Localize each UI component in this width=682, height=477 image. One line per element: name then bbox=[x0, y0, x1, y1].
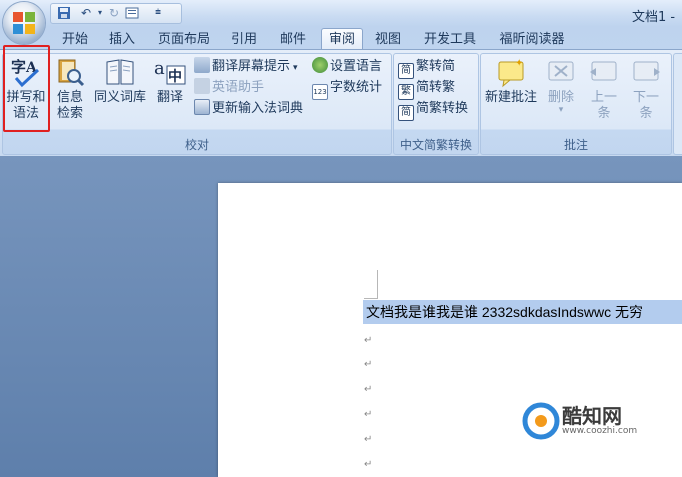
spelling-highlight-box bbox=[3, 45, 50, 132]
simplified-to-traditional-button[interactable]: 繁简转繁 bbox=[398, 78, 456, 100]
document-first-line[interactable]: 文档我是谁我是谁 2332sdkdasIndswwc 无穷 bbox=[366, 302, 643, 322]
simplified-to-traditional-icon: 繁 bbox=[398, 84, 414, 100]
research-book-icon bbox=[54, 56, 86, 88]
svg-text:✦: ✦ bbox=[515, 58, 523, 69]
tab-insert[interactable]: 插入 bbox=[101, 30, 143, 49]
english-assistant-button[interactable]: 英语助手 bbox=[194, 78, 264, 98]
traditional-to-simplified-icon: 简 bbox=[398, 63, 414, 79]
delete-dropdown-icon: ▾ bbox=[558, 105, 564, 115]
next-comment-button[interactable]: 下一 条 bbox=[626, 56, 666, 122]
research-button[interactable]: 信息 检索 bbox=[52, 56, 88, 122]
tab-references[interactable]: 引用 bbox=[223, 30, 265, 49]
tab-page-layout[interactable]: 页面布局 bbox=[150, 30, 218, 49]
ime-dictionary-icon bbox=[194, 99, 210, 115]
previous-comment-button[interactable]: 上一 条 bbox=[584, 56, 624, 122]
paragraph-mark: ↵ bbox=[364, 384, 373, 395]
chinese-conversion-group-label: 中文简繁转换 bbox=[399, 138, 472, 152]
comments-group-label: 批注 bbox=[563, 138, 588, 152]
tab-developer[interactable]: 开发工具 bbox=[416, 30, 484, 49]
traditional-to-simplified-button[interactable]: 简繁转简 bbox=[398, 57, 456, 79]
word-count-label: 字数统计 bbox=[330, 80, 383, 95]
tab-home[interactable]: 开始 bbox=[56, 30, 94, 49]
watermark-name: 酷知网 bbox=[562, 404, 622, 428]
window-title: 文档1 - bbox=[632, 10, 676, 25]
print-preview-icon[interactable] bbox=[125, 6, 139, 20]
delete-comment-button[interactable]: 删除 ▾ bbox=[542, 56, 580, 115]
customize-qat-icon[interactable]: ⩧ bbox=[151, 6, 165, 20]
watermark-url: www.coozhi.com bbox=[562, 426, 638, 436]
tab-review[interactable]: 审阅 bbox=[321, 28, 363, 50]
to-traditional-label: 简转繁 bbox=[416, 80, 456, 95]
english-assistant-label: 英语助手 bbox=[212, 80, 265, 95]
site-watermark: 酷知网 www.coozhi.com bbox=[522, 396, 662, 446]
tab-view[interactable]: 视图 bbox=[367, 30, 409, 49]
thesaurus-book-icon bbox=[104, 56, 136, 88]
english-assistant-icon bbox=[194, 78, 210, 94]
svg-text:中: 中 bbox=[168, 68, 182, 85]
paragraph-mark: ↵ bbox=[364, 434, 373, 445]
translate-button[interactable]: a中 翻译 bbox=[152, 56, 188, 106]
translate-screentip-label: 翻译屏幕提示 bbox=[212, 59, 291, 74]
previous-label-2: 条 bbox=[597, 106, 611, 121]
paragraph-mark: ↵ bbox=[364, 409, 373, 420]
delete-comment-icon bbox=[545, 56, 577, 88]
margin-corner-mark-vertical bbox=[377, 270, 378, 298]
undo-dropdown-icon[interactable]: ▾ bbox=[93, 6, 107, 20]
tab-foxit-reader[interactable]: 福昕阅读器 bbox=[491, 30, 573, 49]
proofing-group-label: 校对 bbox=[184, 138, 209, 152]
to-simplified-label: 繁转简 bbox=[416, 59, 456, 74]
redo-icon[interactable]: ↻ bbox=[107, 6, 121, 20]
office-button[interactable] bbox=[3, 2, 45, 44]
next-group-edge bbox=[673, 53, 682, 155]
delete-comment-label: 删除 bbox=[547, 90, 574, 105]
margin-corner-mark bbox=[364, 298, 378, 299]
next-comment-icon bbox=[630, 56, 662, 88]
watermark-logo-icon bbox=[522, 402, 560, 440]
paragraph-mark: ↵ bbox=[364, 359, 373, 370]
svg-text:a: a bbox=[154, 58, 165, 79]
previous-comment-icon bbox=[588, 56, 620, 88]
previous-label-1: 上一 bbox=[590, 90, 617, 105]
new-comment-icon: ✦ bbox=[495, 56, 527, 88]
set-language-label: 设置语言 bbox=[330, 59, 383, 74]
language-globe-icon bbox=[312, 57, 328, 73]
translate-icon: a中 bbox=[154, 56, 186, 88]
convert-label: 简繁转换 bbox=[416, 101, 469, 116]
thesaurus-button[interactable]: 同义词库 bbox=[90, 56, 150, 106]
research-label-2: 检索 bbox=[56, 106, 83, 121]
office-logo-icon bbox=[13, 12, 35, 34]
new-comment-label: 新建批注 bbox=[484, 90, 537, 105]
word-count-button[interactable]: 123 字数统计 bbox=[312, 78, 383, 100]
research-label-1: 信息 bbox=[56, 90, 83, 105]
chinese-conversion-button[interactable]: 简简繁转换 bbox=[398, 99, 469, 121]
thesaurus-label: 同义词库 bbox=[93, 90, 146, 105]
dropdown-arrow-icon: ▾ bbox=[293, 63, 298, 73]
quick-access-toolbar: ↶ ▾ ↻ ⩧ bbox=[50, 3, 182, 24]
update-ime-dictionary-button[interactable]: 更新输入法词典 bbox=[194, 99, 303, 119]
screentip-icon bbox=[194, 57, 210, 73]
chinese-conversion-icon: 简 bbox=[398, 105, 414, 121]
undo-icon[interactable]: ↶ bbox=[79, 6, 93, 20]
tab-mailings[interactable]: 邮件 bbox=[272, 30, 314, 49]
translate-label: 翻译 bbox=[156, 90, 183, 105]
save-icon[interactable] bbox=[57, 6, 71, 20]
next-label-2: 条 bbox=[639, 106, 653, 121]
new-comment-button[interactable]: ✦ 新建批注 bbox=[482, 56, 540, 106]
paragraph-mark: ↵ bbox=[364, 459, 373, 470]
update-ime-label: 更新输入法词典 bbox=[212, 101, 304, 116]
next-label-1: 下一 bbox=[632, 90, 659, 105]
translate-screentip-button[interactable]: 翻译屏幕提示 ▾ bbox=[194, 57, 298, 77]
word-count-icon: 123 bbox=[312, 84, 328, 100]
paragraph-mark: ↵ bbox=[364, 335, 373, 346]
set-language-button[interactable]: 设置语言 bbox=[312, 57, 382, 77]
